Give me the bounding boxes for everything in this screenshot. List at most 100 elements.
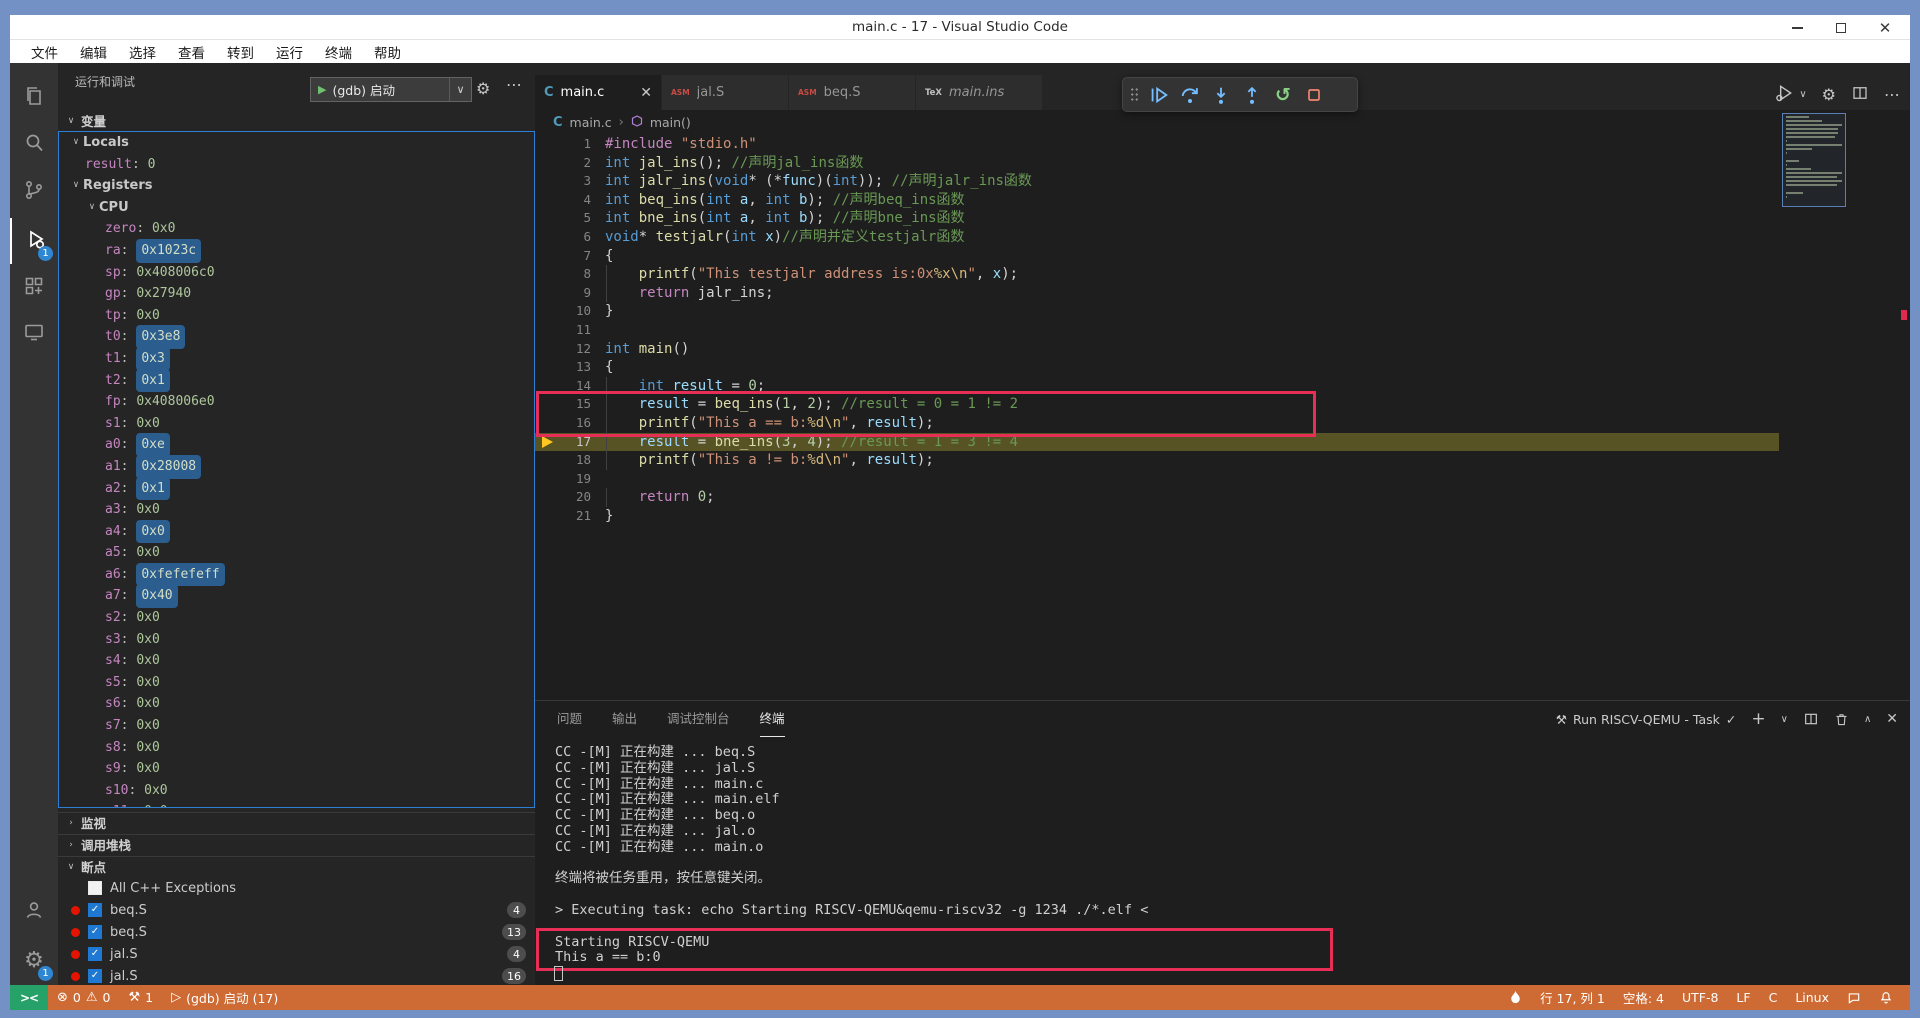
minimize-button[interactable] [1790, 21, 1804, 35]
close-button[interactable]: ✕ [1878, 21, 1892, 35]
code-line[interactable]: 1#include "stdio.h" [535, 135, 1780, 154]
chevron-down-icon[interactable]: ∨ [1781, 714, 1788, 725]
tab-main.ins[interactable]: TeXmain.ins [916, 75, 1043, 110]
variable-row[interactable]: s11: 0x0 [59, 801, 534, 808]
maximize-panel-icon[interactable]: ∧ [1864, 714, 1871, 725]
variable-row[interactable]: t2: 0x1 [59, 370, 534, 392]
debug-session-status[interactable]: ▷ (gdb) 启动 (17) [162, 985, 287, 1010]
variable-row[interactable]: a1: 0x28008 [59, 456, 534, 478]
tab-beq.S[interactable]: ASMbeq.S [789, 75, 916, 110]
activity-source-control[interactable] [10, 169, 58, 215]
gear-icon[interactable]: ⚙ [1822, 85, 1836, 104]
tab-jal.S[interactable]: ASMjal.S [662, 75, 789, 110]
restart-button[interactable]: ↺ [1270, 82, 1296, 108]
menu-item[interactable]: 文件 [20, 41, 69, 63]
run-or-debug-icon[interactable] [1774, 83, 1794, 107]
indentation[interactable]: 空格: 4 [1614, 985, 1673, 1010]
panel-tab-终端[interactable]: 终端 [760, 701, 785, 737]
code-line[interactable]: 19 [535, 470, 1780, 489]
variable-row[interactable]: result: 0 [59, 154, 534, 176]
trash-icon[interactable] [1834, 712, 1849, 727]
variable-row[interactable]: s7: 0x0 [59, 715, 534, 737]
more-actions-icon[interactable]: ⋯ [506, 75, 523, 94]
variable-row[interactable]: s2: 0x0 [59, 607, 534, 629]
variable-row[interactable]: ra: 0x1023c [59, 240, 534, 262]
feedback-icon[interactable] [1838, 985, 1870, 1010]
eol[interactable]: LF [1727, 985, 1759, 1010]
menu-item[interactable]: 转到 [216, 41, 265, 63]
cursor-position[interactable]: 行 17, 列 1 [1531, 985, 1614, 1010]
encoding[interactable]: UTF-8 [1673, 985, 1727, 1010]
split-editor-icon[interactable] [1851, 84, 1869, 106]
language-mode[interactable]: C [1760, 985, 1787, 1010]
variable-row[interactable]: s9: 0x0 [59, 758, 534, 780]
activity-explorer[interactable] [10, 75, 58, 121]
activity-search[interactable] [10, 122, 58, 168]
variable-row[interactable]: tp: 0x0 [59, 305, 534, 327]
menu-item[interactable]: 编辑 [69, 41, 118, 63]
code-line[interactable]: 11 [535, 321, 1780, 340]
code-line[interactable]: 12int main() [535, 340, 1780, 359]
variable-row[interactable]: a2: 0x1 [59, 478, 534, 500]
code-line[interactable]: 7{ [535, 247, 1780, 266]
menu-item[interactable]: 终端 [314, 41, 363, 63]
variable-row[interactable]: zero: 0x0 [59, 218, 534, 240]
code-line[interactable]: 10} [535, 302, 1780, 321]
variable-row[interactable]: a5: 0x0 [59, 542, 534, 564]
launch-config-select[interactable]: ▶ (gdb) 启动 ∨ [310, 77, 472, 102]
code-line[interactable]: 4int beq_ins(int a, int b); //声明beq_ins函… [535, 191, 1780, 210]
variable-row[interactable]: a0: 0xe [59, 434, 534, 456]
minimap[interactable] [1786, 116, 1842, 200]
debug-settings-gear-icon[interactable]: ⚙ [476, 79, 490, 98]
breakpoint-row[interactable]: ✓jal.S4 [58, 943, 535, 965]
menu-item[interactable]: 选择 [118, 41, 167, 63]
tab-main.c[interactable]: Cmain.c✕ [535, 75, 662, 110]
activity-settings[interactable]: ⚙ 1 [10, 938, 58, 984]
terminal-task-item[interactable]: ⚒ Run RISCV-QEMU - Task ✓ [1556, 712, 1737, 727]
activity-accounts[interactable] [10, 889, 58, 935]
variable-row[interactable]: a7: 0x40 [59, 585, 534, 607]
os-indicator[interactable]: Linux [1786, 985, 1838, 1010]
code-line[interactable]: 9 return jalr_ins; [535, 284, 1780, 303]
activity-remote-explorer[interactable] [10, 311, 58, 357]
remote-indicator[interactable]: >< [10, 985, 48, 1010]
variable-row[interactable]: fp: 0x408006e0 [59, 391, 534, 413]
variable-row[interactable]: s10: 0x0 [59, 780, 534, 802]
split-terminal-icon[interactable] [1803, 711, 1819, 727]
panel-tab-输出[interactable]: 输出 [612, 701, 637, 737]
variable-row[interactable]: s5: 0x0 [59, 672, 534, 694]
tree-row[interactable]: ∨Registers [59, 175, 534, 197]
breakpoint-checkbox[interactable]: ✓ [88, 969, 102, 983]
variable-row[interactable]: s8: 0x0 [59, 737, 534, 759]
step-over-button[interactable] [1177, 82, 1203, 108]
breadcrumb-symbol[interactable]: main() [650, 115, 691, 130]
breakpoint-row[interactable]: ✓beq.S13 [58, 921, 535, 943]
code-lines[interactable]: 1#include "stdio.h"2int jal_ins(); //声明j… [535, 135, 1780, 525]
tasks-status[interactable]: ⚒ 1 [119, 985, 162, 1010]
variable-row[interactable]: s4: 0x0 [59, 650, 534, 672]
watch-section-header[interactable]: › 监视 [58, 812, 535, 834]
callstack-section-header[interactable]: › 调用堆栈 [58, 834, 535, 856]
stop-button[interactable] [1301, 82, 1327, 108]
breakpoint-row[interactable]: ✓jal.S16 [58, 965, 535, 985]
code-line[interactable]: 21} [535, 507, 1780, 526]
variable-row[interactable]: s3: 0x0 [59, 629, 534, 651]
menu-item[interactable]: 运行 [265, 41, 314, 63]
variable-row[interactable]: a6: 0xfefefeff [59, 564, 534, 586]
chevron-down-icon[interactable]: ∨ [1799, 89, 1806, 100]
code-line[interactable]: 2int jal_ins(); //声明jal_ins函数 [535, 154, 1780, 173]
activity-extensions[interactable] [10, 265, 58, 311]
variable-row[interactable]: a3: 0x0 [59, 499, 534, 521]
tree-row[interactable]: ∨Locals [59, 132, 534, 154]
breakpoint-row[interactable]: ✓beq.S4 [58, 899, 535, 921]
tree-row[interactable]: ∨CPU [59, 197, 534, 219]
code-line[interactable]: 3int jalr_ins(void* (*func)(int)); //声明j… [535, 172, 1780, 191]
close-icon[interactable]: ✕ [640, 85, 652, 101]
variables-tree[interactable]: ∨Localsresult: 0∨Registers∨CPUzero: 0x0r… [58, 131, 535, 808]
variable-row[interactable]: t0: 0x3e8 [59, 326, 534, 348]
code-line[interactable]: 20 return 0; [535, 488, 1780, 507]
panel-tab-调试控制台[interactable]: 调试控制台 [667, 701, 730, 737]
variable-row[interactable]: a4: 0x0 [59, 521, 534, 543]
breakpoints-section-header[interactable]: ∨ 断点 [58, 856, 535, 878]
variables-section-header[interactable]: ∨ 变量 [58, 110, 535, 131]
